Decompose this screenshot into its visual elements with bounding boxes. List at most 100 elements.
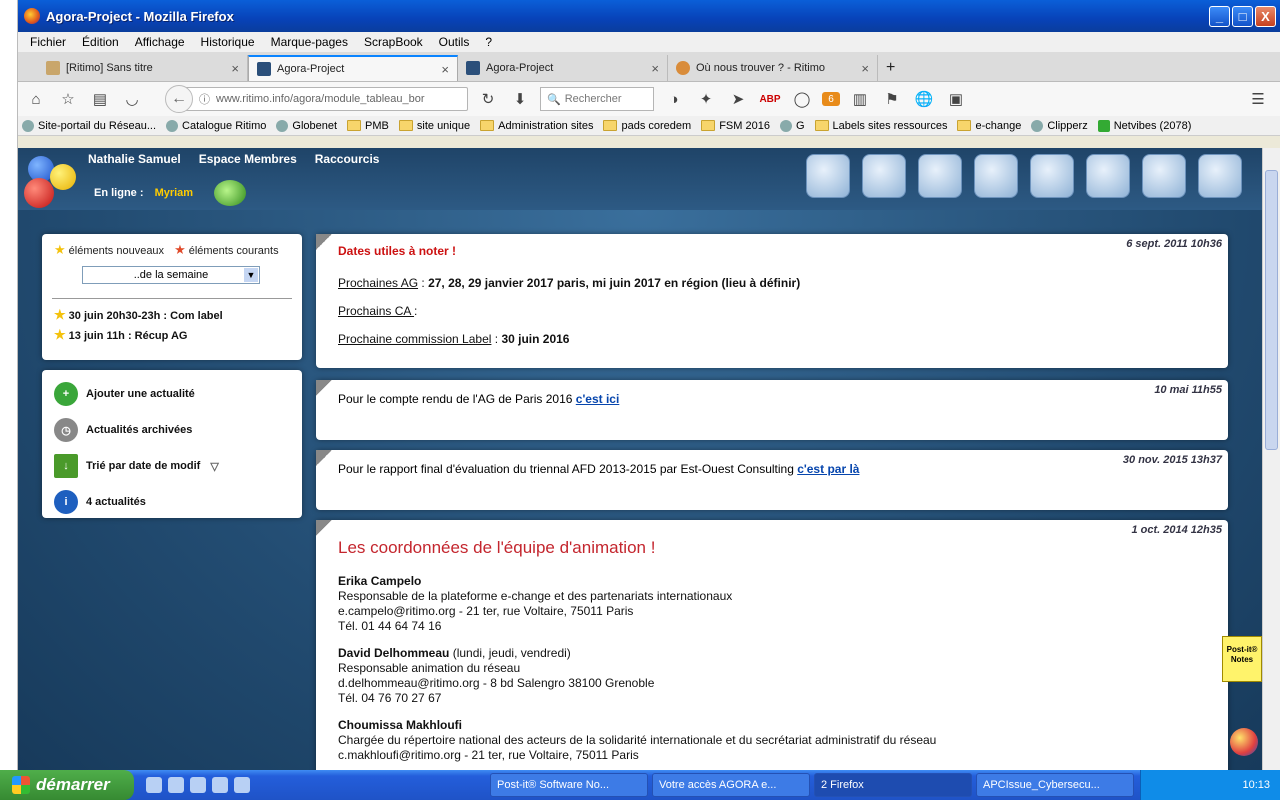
tab-agora-project-active[interactable]: Agora-Project × <box>248 55 458 81</box>
menu-help[interactable]: ? <box>477 35 500 49</box>
bookmark-folder[interactable]: FSM 2016 <box>701 120 770 132</box>
reload-icon[interactable]: ↻ <box>476 87 500 111</box>
back-arrow-icon[interactable]: ← <box>165 85 193 113</box>
files-module-icon[interactable] <box>862 154 906 198</box>
clipboard-icon[interactable]: ▥ <box>848 87 872 111</box>
media-icon[interactable] <box>234 777 250 793</box>
divider <box>52 298 292 299</box>
close-button[interactable]: X <box>1255 5 1276 27</box>
send-icon[interactable]: ➤ <box>726 87 750 111</box>
chat-icon[interactable]: ◯ <box>790 87 814 111</box>
legend-current: ★ éléments courants <box>174 242 279 257</box>
bookmark-item[interactable]: Netvibes (2078) <box>1097 119 1191 132</box>
news-module-icon[interactable] <box>806 154 850 198</box>
start-button[interactable]: démarrer <box>0 770 134 800</box>
search-input[interactable]: 🔍 Rechercher <box>540 87 654 111</box>
espace-membres-menu[interactable]: Espace Membres <box>199 152 297 166</box>
folder-icon <box>814 120 829 131</box>
ie-icon[interactable] <box>146 777 162 793</box>
bookmark-folder[interactable]: Administration sites <box>480 120 593 132</box>
mask-icon[interactable]: ◑ <box>662 87 686 111</box>
bookmark-folder[interactable]: PMB <box>347 120 389 132</box>
library-icon[interactable]: ▤ <box>88 87 112 111</box>
archived-news-button[interactable]: ◷ Actualités archivées <box>42 412 302 448</box>
tab-ritimo-sans-titre[interactable]: [Ritimo] Sans titre × <box>38 55 248 81</box>
contacts-module-icon[interactable] <box>918 154 962 198</box>
firefox-quick-icon[interactable] <box>168 777 184 793</box>
forum-module-icon[interactable] <box>1086 154 1130 198</box>
menu-historique[interactable]: Historique <box>193 35 263 49</box>
announce-module-icon[interactable] <box>1198 154 1242 198</box>
task-postit[interactable]: Post-it® Software No... <box>490 773 648 797</box>
user-name-menu[interactable]: Nathalie Samuel <box>88 152 181 166</box>
task-agora-access[interactable]: Votre accès AGORA e... <box>652 773 810 797</box>
info-icon[interactable]: ⓘ <box>199 91 210 107</box>
home-icon[interactable]: ⌂ <box>24 87 48 111</box>
bookmark-folder[interactable]: site unique <box>398 120 470 132</box>
raccourcis-menu[interactable]: Raccourcis <box>315 152 380 166</box>
close-tab-icon[interactable]: × <box>861 61 869 76</box>
news-item: 6 sept. 2011 10h36 Dates utiles à noter … <box>316 234 1228 368</box>
online-user[interactable]: Myriam <box>155 187 194 199</box>
links-module-icon[interactable] <box>974 154 1018 198</box>
tab-agora-project[interactable]: Agora-Project × <box>458 55 668 81</box>
extension-icon[interactable]: ✦ <box>694 87 718 111</box>
bookmark-star-icon[interactable]: ☆ <box>56 87 80 111</box>
download-icon[interactable]: ⬇ <box>508 87 532 111</box>
url-bar[interactable]: ← ⓘ www.ritimo.info/agora/module_tableau… <box>165 85 468 113</box>
tab-label: Où nous trouver ? - Ritimo <box>696 62 825 74</box>
maximize-button[interactable]: □ <box>1232 5 1253 27</box>
close-tab-icon[interactable]: × <box>651 61 659 76</box>
menu-scrapbook[interactable]: ScrapBook <box>356 35 431 49</box>
close-tab-icon[interactable]: × <box>441 62 449 77</box>
period-select[interactable]: ..de la semaine ▼ <box>82 266 260 284</box>
bookmark-item[interactable]: Catalogue Ritimo <box>166 119 266 132</box>
page-scrollbar[interactable] <box>1262 148 1280 770</box>
close-tab-icon[interactable]: × <box>231 61 239 76</box>
postit-notes-widget[interactable]: Post-it® Notes <box>1222 636 1262 682</box>
translate-icon[interactable]: ⚑ <box>880 87 904 111</box>
event-item[interactable]: ★ 13 juin 11h : Récup AG <box>42 325 302 345</box>
add-news-button[interactable]: + Ajouter une actualité <box>42 376 302 412</box>
bookmark-item[interactable]: Globenet <box>276 119 337 132</box>
bookmark-item[interactable]: Site-portail du Réseau... <box>22 119 156 132</box>
pocket-icon[interactable]: ◡ <box>120 87 144 111</box>
adblock-icon[interactable]: ABP <box>758 87 782 111</box>
menu-outils[interactable]: Outils <box>431 35 478 49</box>
mail-module-icon[interactable] <box>1142 154 1186 198</box>
bookmark-folder[interactable]: e-change <box>957 120 1021 132</box>
bookmark-item[interactable]: Clipperz <box>1031 119 1088 132</box>
info-icon: i <box>54 490 78 514</box>
news-link[interactable]: c'est ici <box>576 392 620 406</box>
globe-icon[interactable]: 🌐 <box>912 87 936 111</box>
notification-badge-icon[interactable]: 6 <box>822 92 840 106</box>
desktop-icon[interactable] <box>212 777 228 793</box>
menu-affichage[interactable]: Affichage <box>127 35 193 49</box>
hamburger-menu-icon[interactable]: ☰ <box>1246 87 1270 111</box>
sort-button[interactable]: ↓ Trié par date de modif ▽ <box>42 448 302 484</box>
scrapbook-icon[interactable]: ▣ <box>944 87 968 111</box>
new-tab-button[interactable]: + <box>878 55 918 81</box>
news-link[interactable]: c'est par là <box>797 462 859 476</box>
clock[interactable]: 10:13 <box>1242 779 1270 791</box>
minimize-button[interactable]: _ <box>1209 5 1230 27</box>
tab-label: Agora-Project <box>277 63 345 75</box>
task-apcissue[interactable]: APCIssue_Cybersecu... <box>976 773 1134 797</box>
site-icon <box>779 119 792 132</box>
scroll-thumb[interactable] <box>1265 170 1278 450</box>
bookmark-item[interactable]: G <box>779 119 805 132</box>
bookmark-folder[interactable]: pads coredem <box>603 120 691 132</box>
menu-fichier[interactable]: Fichier <box>22 35 74 49</box>
bookmark-folder[interactable]: Labels sites ressources <box>814 120 947 132</box>
team-member: David Delhommeau (lundi, jeudi, vendredi… <box>338 646 655 705</box>
task-firefox[interactable]: 2 Firefox <box>814 773 972 797</box>
messenger-icon[interactable] <box>214 180 247 206</box>
calendar-module-icon[interactable] <box>1030 154 1074 198</box>
explorer-icon[interactable] <box>190 777 206 793</box>
tab-ou-nous-trouver[interactable]: Où nous trouver ? - Ritimo × <box>668 55 878 81</box>
menu-edition[interactable]: Édition <box>74 35 127 49</box>
menu-marque-pages[interactable]: Marque-pages <box>263 35 356 49</box>
event-item[interactable]: ★ 30 juin 20h30-23h : Com label <box>42 305 302 325</box>
news-corner <box>316 520 336 540</box>
agora-balls-icon[interactable] <box>1230 728 1258 756</box>
